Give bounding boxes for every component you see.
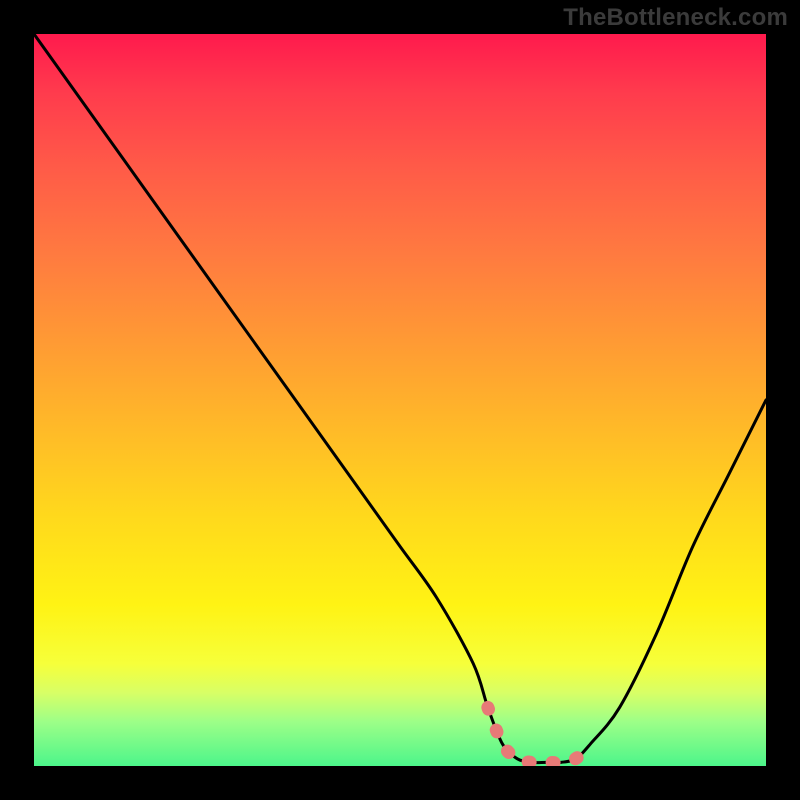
chart-overlay: [34, 34, 766, 766]
chart-frame: TheBottleneck.com: [0, 0, 800, 800]
curve-path: [34, 34, 766, 763]
watermark-text: TheBottleneck.com: [563, 4, 788, 32]
highlight-path: [488, 707, 590, 762]
plot-area: [34, 34, 766, 766]
